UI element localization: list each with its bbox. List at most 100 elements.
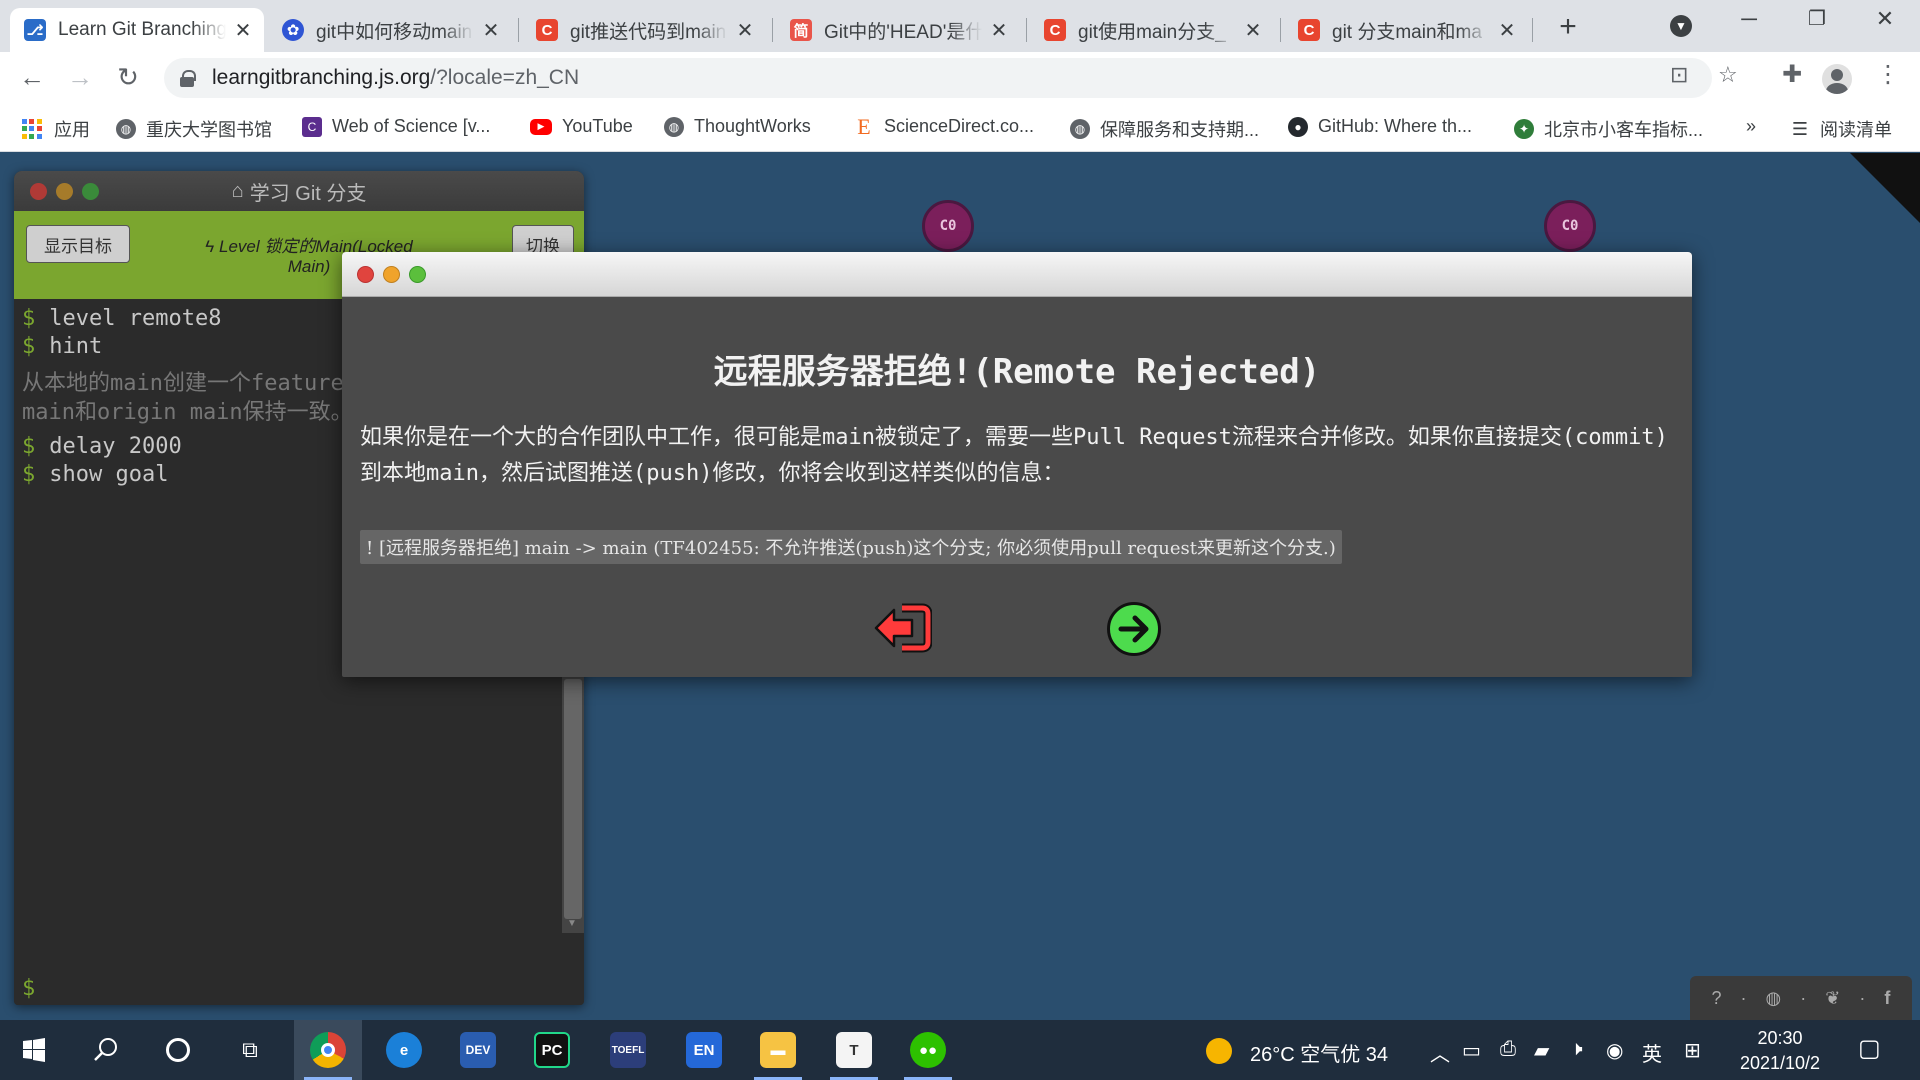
bookmark-cqu-library[interactable]: ◍ 重庆大学图书馆 [116, 116, 272, 142]
csdn-icon: C [1044, 19, 1066, 41]
url-text[interactable]: learngitbranching.js.org/?locale=zh_CN [212, 66, 579, 90]
task-view-icon[interactable]: ⧉ [216, 1020, 284, 1080]
tab-jianshu[interactable]: 简 Git中的'HEAD'是什 ✕ [776, 8, 1020, 52]
edge-icon: e [386, 1032, 422, 1068]
tab-csdn-3[interactable]: C git 分支main和ma ✕ [1284, 8, 1528, 52]
show-goal-button[interactable]: 显示目标 [26, 225, 130, 263]
minimize-icon[interactable]: ─ [1726, 6, 1772, 32]
translate-icon[interactable]: ⊡ [1670, 62, 1688, 88]
wechat-icon: ●● [910, 1032, 946, 1068]
clock-date: 2021/10/2 [1739, 1053, 1821, 1073]
twitter-icon[interactable]: ❦ [1825, 988, 1840, 1009]
tab-learn-git-branching[interactable]: ⎇ Learn Git Branching ✕ [10, 8, 264, 52]
tab-search-icon[interactable]: ▼ [1670, 15, 1692, 37]
close-icon[interactable]: ✕ [988, 18, 1010, 43]
sun-weather-icon[interactable] [1206, 1038, 1232, 1064]
maximize-light-icon[interactable] [82, 183, 99, 200]
profile-avatar[interactable] [1822, 64, 1852, 94]
address-bar[interactable]: learngitbranching.js.org/?locale=zh_CN [164, 58, 1712, 98]
chrome-taskbar-app[interactable] [294, 1020, 362, 1080]
tray-chevron-icon[interactable]: ︿ [1430, 1038, 1450, 1067]
close-light-icon[interactable] [30, 183, 47, 200]
weather-text[interactable]: 26°C 空气优 34 [1250, 1038, 1388, 1067]
bookmark-youtube[interactable]: ▶ YouTube [530, 116, 633, 137]
close-icon[interactable]: ✕ [734, 18, 756, 43]
bookmark-sciencedirect[interactable]: E ScienceDirect.co... [854, 114, 1034, 139]
tab-csdn-2[interactable]: C git使用main分支_ ✕ [1030, 8, 1274, 52]
toefl-taskbar-app[interactable]: TOEFL [594, 1020, 662, 1080]
commit-node[interactable]: C0 [922, 200, 974, 252]
browser-toolbar: ← → ↻ learngitbranching.js.org/?locale=z… [0, 52, 1920, 104]
dot-separator: · [1740, 987, 1747, 1008]
new-tab-button[interactable]: + [1550, 10, 1586, 44]
minimize-light-icon[interactable] [383, 266, 400, 283]
bookmark-web-of-science[interactable]: C Web of Science [v... [302, 116, 490, 137]
typora-taskbar-app[interactable]: T [820, 1020, 888, 1080]
github-corner[interactable] [1850, 153, 1920, 223]
scroll-down-icon[interactable]: ▼ [567, 918, 577, 929]
cortana-icon[interactable] [144, 1020, 212, 1080]
bookmark-thoughtworks[interactable]: ◍ ThoughtWorks [664, 116, 811, 137]
jianshu-icon: 简 [790, 19, 812, 41]
bookmark-apps[interactable]: 应用 [22, 116, 90, 142]
en-dictionary-icon: EN [686, 1032, 722, 1068]
apps-icon [22, 119, 42, 139]
edge-taskbar-app[interactable]: e [370, 1020, 438, 1080]
bookmarks-more-button[interactable]: » [1746, 116, 1756, 137]
eudic-taskbar-app[interactable]: EN [670, 1020, 738, 1080]
bookmark-github[interactable]: ● GitHub: Where th... [1288, 116, 1472, 137]
bookmark-star-icon[interactable]: ☆ [1718, 62, 1738, 88]
commit-node[interactable]: C0 [1544, 200, 1596, 252]
reading-list-button[interactable]: ☰ 阅读清单 [1790, 116, 1892, 142]
explorer-taskbar-app[interactable]: ▬ [744, 1020, 812, 1080]
search-icon[interactable] [72, 1020, 140, 1080]
pycharm-taskbar-app[interactable]: PC [518, 1020, 586, 1080]
command-prompt[interactable]: $ [22, 976, 35, 1001]
help-icon[interactable]: ? [1712, 988, 1722, 1009]
exit-dialog-button[interactable] [872, 602, 933, 654]
tab-title: git 分支main和ma [1332, 21, 1482, 43]
csdn-icon: C [1298, 19, 1320, 41]
tab-strip: ⎇ Learn Git Branching ✕ ✿ git中如何移动main ✕… [0, 0, 1920, 52]
close-light-icon[interactable] [357, 266, 374, 283]
facebook-icon[interactable]: f [1884, 988, 1890, 1009]
reload-icon[interactable]: ↻ [110, 62, 146, 93]
lock-icon[interactable] [180, 70, 196, 87]
restore-icon[interactable]: ❐ [1794, 6, 1840, 31]
maximize-light-icon[interactable] [409, 266, 426, 283]
back-arrow-icon[interactable]: ← [14, 62, 50, 93]
remote-rejected-dialog: 远程服务器拒绝!(Remote Rejected) 如果你是在一个大的合作团队中… [342, 252, 1692, 677]
ime-language-indicator[interactable]: 英 [1642, 1038, 1662, 1067]
ime-mode-icon[interactable]: ⊞ [1684, 1038, 1701, 1063]
menu-kebab-icon[interactable]: ⋮ [1870, 60, 1906, 89]
globe-icon: ◍ [116, 119, 136, 139]
network-icon[interactable]: ▭ [1462, 1038, 1481, 1063]
system-clock[interactable]: 20:30 2021/10/2 [1730, 1026, 1830, 1076]
close-icon[interactable]: ✕ [480, 18, 502, 43]
close-icon[interactable]: ✕ [1496, 18, 1518, 43]
battery-icon[interactable]: ▰ [1534, 1038, 1549, 1063]
scrollbar-thumb[interactable] [564, 679, 582, 919]
qq-icon[interactable]: ◉ [1606, 1038, 1623, 1063]
printer-icon[interactable]: ⎙ [1500, 1038, 1516, 1061]
close-icon[interactable]: ✕ [1242, 18, 1264, 43]
notification-icon[interactable]: ▢ [1858, 1034, 1881, 1063]
window-close-icon[interactable]: ✕ [1862, 6, 1908, 32]
start-button[interactable] [0, 1020, 68, 1080]
forward-arrow-icon[interactable]: → [62, 62, 98, 93]
extensions-puzzle-icon[interactable]: ✚ [1774, 60, 1810, 89]
bookmark-beijing[interactable]: ✦ 北京市小客车指标... [1514, 116, 1703, 142]
wos-icon: C [302, 116, 322, 137]
bookmark-support[interactable]: ◍ 保障服务和支持期... [1070, 116, 1259, 142]
terminal-title: 学习 Git 分支 [249, 182, 367, 205]
tab-csdn-1[interactable]: C git推送代码到main ✕ [522, 8, 766, 52]
next-step-button[interactable] [1107, 602, 1161, 656]
devc-taskbar-app[interactable]: DEV [444, 1020, 512, 1080]
minimize-light-icon[interactable] [56, 183, 73, 200]
lightning-icon: ϟ [205, 237, 220, 256]
tab-baidu[interactable]: ✿ git中如何移动main ✕ [268, 8, 512, 52]
wechat-taskbar-app[interactable]: ●● [894, 1020, 962, 1080]
close-icon[interactable]: ✕ [232, 18, 254, 43]
globe-icon[interactable]: ◍ [1766, 988, 1782, 1009]
volume-muted-icon[interactable]: 🕨 [1570, 1038, 1583, 1061]
